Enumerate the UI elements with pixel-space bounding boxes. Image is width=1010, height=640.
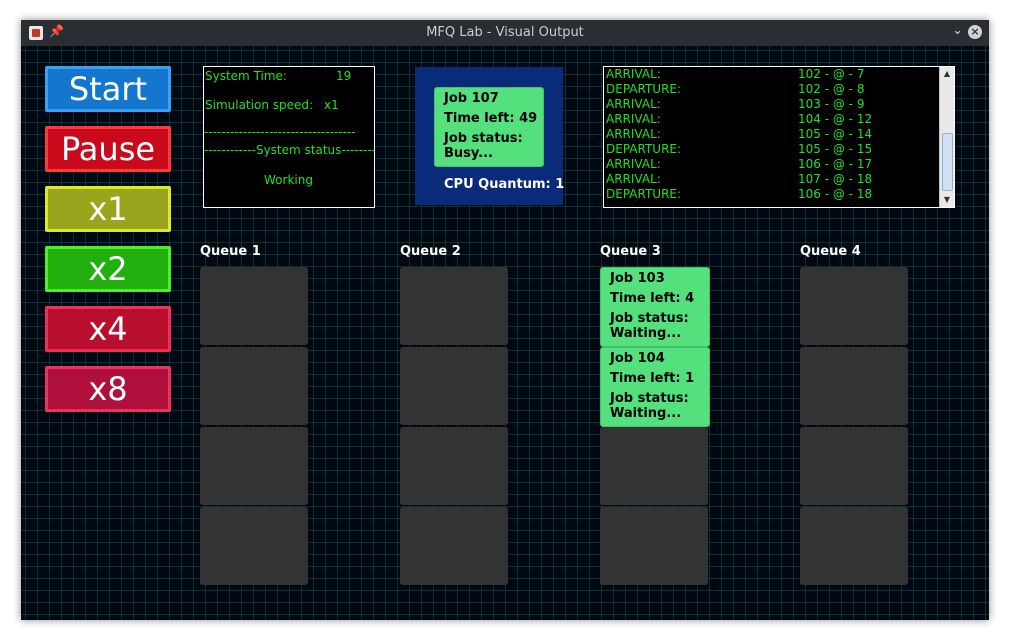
log-event-type: ARRIVAL: bbox=[606, 172, 661, 186]
system-time-value: 19 bbox=[336, 69, 352, 83]
queue-empty-slot bbox=[800, 347, 908, 425]
log-event-type: ARRIVAL: bbox=[606, 112, 661, 126]
job-status-label: Job status: bbox=[610, 391, 689, 406]
simulation-speed-value: x1 bbox=[324, 98, 339, 112]
app-window: 📌 MFQ Lab - Visual Output ⌄ × Start Pause… bbox=[21, 20, 989, 620]
job-status-value: Waiting... bbox=[610, 406, 682, 421]
queue-empty-slot bbox=[200, 267, 308, 345]
system-time-label: System Time: bbox=[205, 69, 287, 83]
pause-button[interactable]: Pause bbox=[45, 126, 171, 172]
log-event-type: DEPARTURE: bbox=[606, 82, 682, 96]
log-event-type: ARRIVAL: bbox=[606, 97, 661, 111]
job-status-label: Job status: bbox=[610, 311, 689, 326]
close-icon[interactable]: × bbox=[968, 25, 982, 39]
queue-empty-slot bbox=[400, 267, 508, 345]
simulation-speed-label: Simulation speed: bbox=[205, 98, 314, 112]
queue-empty-slot bbox=[200, 507, 308, 585]
queue-empty-slot bbox=[800, 427, 908, 505]
queue-label: Queue 3 bbox=[600, 244, 661, 259]
system-status-header: ------------System status--------- bbox=[204, 143, 374, 157]
queue-label: Queue 2 bbox=[400, 244, 461, 259]
queue-empty-slot bbox=[200, 427, 308, 505]
queue-empty-slot bbox=[200, 347, 308, 425]
cpu-job-status-value: Busy... bbox=[444, 146, 493, 161]
speed-x4-button[interactable]: x4 bbox=[45, 306, 171, 352]
job-time-left: Time left: 4 bbox=[610, 291, 695, 306]
status-separator: ----------------------------------- bbox=[204, 125, 356, 139]
log-event-detail: 102 - @ - 7 bbox=[798, 67, 865, 81]
queue-label: Queue 1 bbox=[200, 244, 261, 259]
log-event-detail: 104 - @ - 12 bbox=[798, 112, 873, 126]
cpu-job-time-left: Time left: 49 bbox=[444, 111, 538, 126]
cpu-panel: Job 107 Time left: 49 Job status: Busy..… bbox=[415, 67, 565, 205]
job-time-left: Time left: 1 bbox=[610, 371, 695, 386]
log-event-type: DEPARTURE: bbox=[606, 142, 682, 156]
log-event-detail: 105 - @ - 14 bbox=[798, 127, 873, 141]
log-event-detail: 102 - @ - 8 bbox=[798, 82, 865, 96]
log-event-detail: 103 - @ - 9 bbox=[798, 97, 865, 111]
log-event-type: ARRIVAL: bbox=[606, 127, 661, 141]
log-event-detail: 106 - @ - 17 bbox=[798, 157, 873, 171]
window-title: MFQ Lab - Visual Output bbox=[426, 25, 584, 40]
cpu-quantum: CPU Quantum: 1 bbox=[444, 177, 565, 192]
cpu-job-status-label: Job status: bbox=[444, 131, 523, 146]
system-status-value: Working bbox=[264, 173, 313, 187]
log-event-detail: 106 - @ - 18 bbox=[798, 187, 873, 201]
scroll-down-arrow-icon[interactable]: ▼ bbox=[940, 194, 954, 206]
queue-empty-slot bbox=[600, 507, 708, 585]
job-status-value: Waiting... bbox=[610, 326, 682, 341]
job-title: Job 104 bbox=[610, 351, 665, 366]
cpu-job-card[interactable]: Job 107 Time left: 49 Job status: Busy..… bbox=[434, 87, 544, 167]
queue-empty-slot bbox=[400, 347, 508, 425]
title-bar: 📌 MFQ Lab - Visual Output ⌄ × bbox=[21, 20, 989, 46]
scroll-thumb[interactable] bbox=[942, 133, 953, 191]
event-log-scrollbar[interactable]: ▲ ▼ bbox=[939, 67, 954, 207]
log-event-detail: 107 - @ - 18 bbox=[798, 172, 873, 186]
queue-empty-slot bbox=[800, 507, 908, 585]
event-log[interactable]: ARRIVAL: 102 - @ - 7 DEPARTURE: 102 - @ - 8… bbox=[603, 66, 955, 208]
log-event-type: ARRIVAL: bbox=[606, 67, 661, 81]
log-event-detail: 105 - @ - 15 bbox=[798, 142, 873, 156]
queue-job-card[interactable]: Job 104 Time left: 1 Job status: Waiting... bbox=[600, 347, 710, 427]
speed-x1-button[interactable]: x1 bbox=[45, 186, 171, 232]
minimize-chevron-icon[interactable]: ⌄ bbox=[952, 23, 963, 38]
queue-label: Queue 4 bbox=[800, 244, 861, 259]
job-title: Job 103 bbox=[610, 271, 665, 286]
queue-job-card[interactable]: Job 103 Time left: 4 Job status: Waiting... bbox=[600, 267, 710, 347]
queue-empty-slot bbox=[800, 267, 908, 345]
queue-empty-slot bbox=[400, 427, 508, 505]
queue-empty-slot bbox=[400, 507, 508, 585]
speed-x2-button[interactable]: x2 bbox=[45, 246, 171, 292]
start-button[interactable]: Start bbox=[45, 66, 171, 112]
log-event-type: ARRIVAL: bbox=[606, 157, 661, 171]
system-status-panel: System Time: 19 Simulation speed: x1 ---… bbox=[203, 66, 375, 208]
queue-empty-slot bbox=[600, 427, 708, 505]
log-event-type: DEPARTURE: bbox=[606, 187, 682, 201]
speed-x8-button[interactable]: x8 bbox=[45, 366, 171, 412]
scroll-up-arrow-icon[interactable]: ▲ bbox=[940, 68, 954, 80]
simulation-canvas: Start Pause x1 x2 x4 x8 System Time: 19 Simul… bbox=[21, 46, 989, 620]
cpu-job-title: Job 107 bbox=[444, 91, 499, 106]
